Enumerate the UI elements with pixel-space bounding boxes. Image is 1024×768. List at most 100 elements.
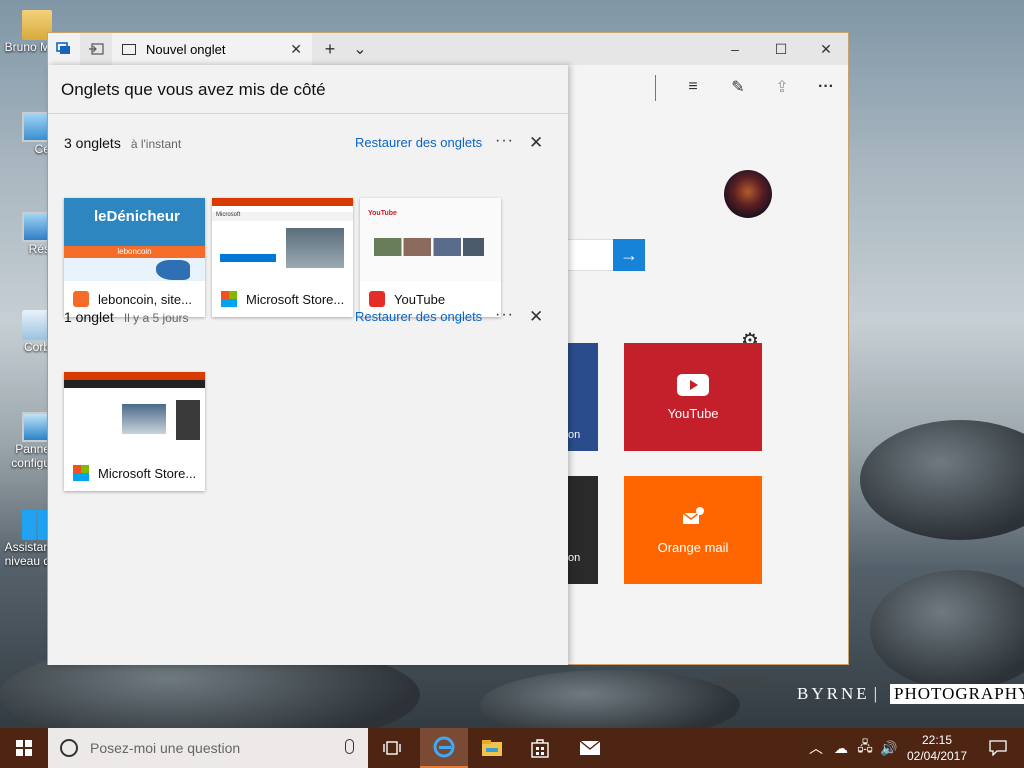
mail-button[interactable] bbox=[566, 728, 614, 768]
tile-partial[interactable]: on bbox=[566, 343, 598, 451]
tab-title: Microsoft Store... bbox=[98, 465, 197, 481]
photo-watermark: BYRNE | PHOTOGRAPHY bbox=[797, 684, 1024, 704]
clock[interactable]: 22:15 02/04/2017 bbox=[902, 732, 972, 764]
tile-label: YouTube bbox=[667, 405, 719, 421]
tab-group-header: 3 onglets à l'instant bbox=[64, 135, 181, 159]
page-banner bbox=[64, 372, 205, 380]
desktop-icon-label: Assistan bbox=[4, 540, 50, 554]
more-icon[interactable]: ··· bbox=[495, 306, 514, 324]
tab-thumbnail: leDénicheur leboncoin bbox=[64, 198, 205, 281]
file-explorer-button[interactable] bbox=[468, 728, 516, 768]
close-icon[interactable]: ✕ bbox=[529, 133, 543, 153]
video-row bbox=[374, 238, 484, 256]
desktop-rock bbox=[860, 420, 1024, 540]
volume-icon[interactable]: 🔊 bbox=[878, 728, 900, 768]
desktop-icon-label: configu bbox=[11, 456, 50, 470]
ledenicheur-logo: leDénicheur bbox=[94, 208, 180, 225]
tabs-aside-icon bbox=[56, 42, 70, 54]
youtube-logo: YouTube bbox=[368, 210, 397, 217]
edge-icon bbox=[433, 736, 455, 758]
onedrive-icon[interactable]: ☁ bbox=[830, 728, 852, 768]
desktop-icon-upgrade-assistant[interactable]: Assistan niveau d bbox=[0, 510, 52, 568]
tab-group-header: 1 onglet Il y a 5 jours bbox=[64, 309, 189, 333]
more-actions-button[interactable]: ··· bbox=[814, 75, 838, 99]
desktop-icon-recycle-bin[interactable]: Corb bbox=[0, 310, 52, 354]
web-note-button[interactable]: ✎ bbox=[726, 75, 750, 99]
maximize-button[interactable]: ☐ bbox=[758, 33, 804, 65]
desktop-icon-network[interactable]: Rés bbox=[0, 212, 52, 256]
saved-tab-card[interactable]: Microsoft Store... bbox=[64, 372, 205, 491]
desktop-icon-label: Bruno M bbox=[4, 40, 50, 54]
store-button[interactable] bbox=[516, 728, 564, 768]
desktop-icon-label: Rés bbox=[28, 242, 50, 256]
close-tab-icon[interactable]: ✕ bbox=[290, 41, 302, 58]
search-input[interactable]: Posez-moi une question bbox=[48, 728, 368, 768]
desktop-icon-label: Ce bbox=[34, 142, 50, 156]
tile-label: Orange mail bbox=[657, 539, 729, 555]
restore-tabs-link[interactable]: Restaurer des onglets bbox=[355, 135, 482, 150]
tab-label: Nouvel onglet bbox=[146, 41, 226, 57]
tab-list-button[interactable]: ⌄ bbox=[346, 33, 374, 65]
side-panel bbox=[176, 400, 200, 440]
new-tab-button[interactable]: + bbox=[316, 33, 344, 65]
watermark-divider: | bbox=[873, 684, 881, 703]
leboncoin-banner: leboncoin bbox=[64, 246, 205, 258]
tile-label: on bbox=[568, 552, 581, 564]
network-icon[interactable]: 🖧 bbox=[854, 728, 876, 768]
restore-tabs-link[interactable]: Restaurer des onglets bbox=[355, 309, 482, 324]
tabs-aside-button[interactable] bbox=[48, 33, 80, 65]
tab-nouvel-onglet[interactable]: Nouvel onglet ✕ bbox=[112, 33, 312, 65]
avatar[interactable] bbox=[724, 170, 772, 218]
time-label: à l'instant bbox=[130, 137, 182, 151]
youtube-icon bbox=[677, 373, 709, 396]
saved-tab-card[interactable]: Microsoft Microsoft Store... bbox=[212, 198, 353, 317]
close-window-button[interactable]: ✕ bbox=[804, 33, 848, 65]
saved-tab-card[interactable]: leDénicheur leboncoin leboncoin, site... bbox=[64, 198, 205, 317]
show-hidden-icons-button[interactable]: ︿ bbox=[806, 728, 826, 768]
search-input[interactable] bbox=[567, 239, 613, 271]
more-icon[interactable]: ··· bbox=[495, 132, 514, 150]
start-button[interactable] bbox=[0, 728, 48, 768]
title-bar: Nouvel onglet ✕ + ⌄ – ☐ ✕ bbox=[48, 33, 848, 65]
page-navbar bbox=[64, 380, 205, 388]
tab-thumbnail: YouTube bbox=[360, 198, 501, 281]
action-center-button[interactable] bbox=[978, 728, 1018, 768]
saved-tab-card[interactable]: YouTube YouTube bbox=[360, 198, 501, 317]
tab-card-footer: Microsoft Store... bbox=[212, 281, 353, 317]
laptop-image bbox=[122, 404, 166, 434]
desktop-icon-label: Corb bbox=[23, 340, 50, 354]
tab-title: YouTube bbox=[394, 291, 446, 307]
tab-card-footer: Microsoft Store... bbox=[64, 455, 205, 491]
search-placeholder: Posez-moi une question bbox=[90, 740, 241, 756]
page-navbar: Microsoft bbox=[212, 212, 353, 221]
promo-button bbox=[220, 254, 276, 262]
desktop-icon-control-panel[interactable]: Panne configu bbox=[0, 412, 52, 470]
taskbar: Posez-moi une question ︿ ☁ 🖧 🔊 22:15 02/… bbox=[0, 728, 1024, 768]
close-icon[interactable]: ✕ bbox=[529, 307, 543, 327]
task-view-button[interactable] bbox=[368, 728, 416, 768]
desktop-icon-label: niveau d bbox=[4, 554, 50, 568]
edge-window: Nouvel onglet ✕ + ⌄ – ☐ ✕ ≡ ✎ ⇪ ··· → ⚙ … bbox=[47, 32, 849, 688]
minimize-button[interactable]: – bbox=[712, 33, 758, 65]
cortana-icon bbox=[60, 739, 78, 757]
tabs-aside-panel: Onglets que vous avez mis de côté 3 ongl… bbox=[48, 65, 568, 665]
mail-icon bbox=[579, 740, 601, 755]
tile-orange-mail[interactable]: Orange mail bbox=[624, 476, 762, 584]
search-go-button[interactable]: → bbox=[613, 239, 645, 271]
edge-taskbar-button[interactable] bbox=[420, 728, 468, 768]
hub-button[interactable]: ≡ bbox=[681, 75, 705, 99]
microphone-icon[interactable] bbox=[345, 739, 354, 754]
desktop-icon-computer[interactable]: Ce bbox=[0, 112, 52, 156]
mail-icon bbox=[682, 506, 704, 524]
tile-partial[interactable]: on bbox=[566, 476, 598, 584]
tile-youtube[interactable]: YouTube bbox=[624, 343, 762, 451]
set-aside-icon bbox=[89, 43, 104, 55]
desktop-icon-label: Panne bbox=[15, 442, 50, 456]
share-button[interactable]: ⇪ bbox=[770, 75, 794, 99]
panel-divider bbox=[48, 113, 568, 114]
map-shape bbox=[156, 260, 190, 280]
desktop-icon-user[interactable]: Bruno M bbox=[0, 10, 52, 54]
set-tabs-aside-button[interactable] bbox=[80, 33, 112, 65]
laptop-image bbox=[286, 228, 344, 268]
time-label: Il y a 5 jours bbox=[123, 311, 189, 325]
